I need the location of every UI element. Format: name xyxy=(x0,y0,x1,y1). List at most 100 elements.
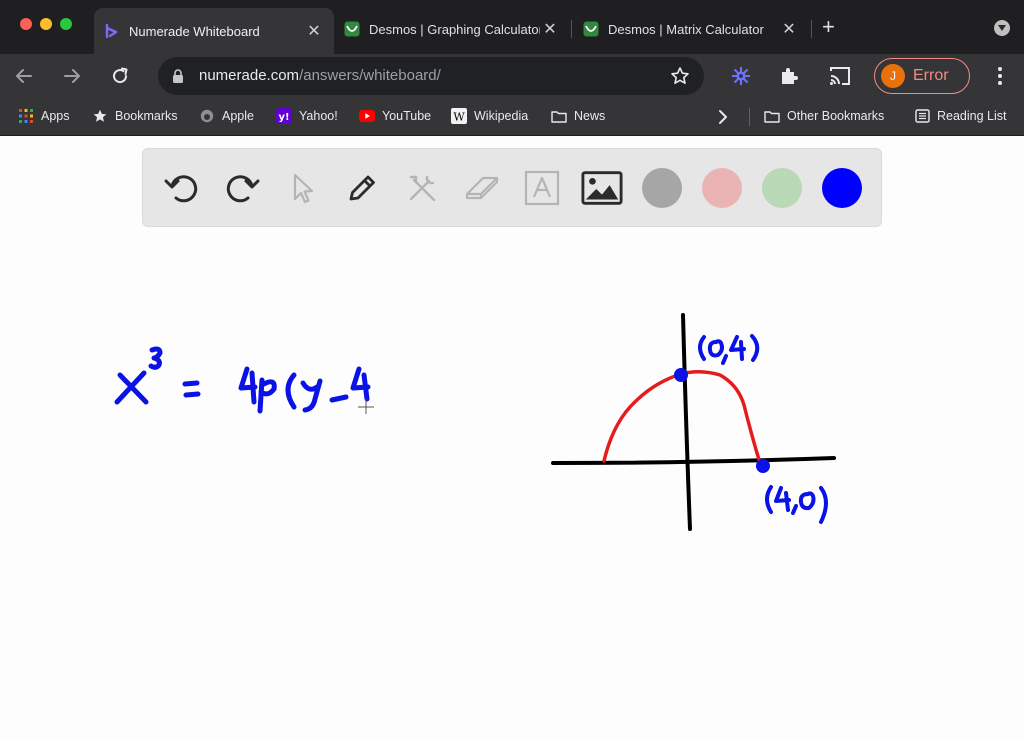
tab-search-button[interactable] xyxy=(994,20,1010,36)
tools-icon xyxy=(409,175,436,202)
graph-sketch xyxy=(551,313,836,531)
tools-button[interactable] xyxy=(401,167,443,209)
parabola-curve xyxy=(602,370,762,465)
whiteboard-page[interactable] xyxy=(0,137,1024,742)
youtube-icon xyxy=(359,108,375,124)
yahoo-icon: y! xyxy=(276,108,292,124)
eraser-tool-button[interactable] xyxy=(461,167,503,209)
tab-separator xyxy=(811,20,812,38)
svg-text:W: W xyxy=(453,111,465,124)
tab-numerade-whiteboard[interactable]: Numerade Whiteboard ✕ xyxy=(94,8,334,54)
tab-title: Desmos | Graphing Calculator xyxy=(369,21,540,37)
y-axis xyxy=(681,313,692,531)
x-intercept-point xyxy=(756,459,770,473)
color-swatch-pink[interactable] xyxy=(702,168,742,208)
bookmark-label: News xyxy=(574,109,606,123)
forward-button[interactable] xyxy=(60,64,84,88)
x-axis xyxy=(551,456,836,465)
reload-icon xyxy=(113,67,128,84)
image-tool-button[interactable] xyxy=(581,167,623,209)
tab-title: Desmos | Matrix Calculator xyxy=(608,21,764,37)
more-menu-icon[interactable] xyxy=(996,65,1004,87)
arrow-left-icon xyxy=(16,69,32,83)
label-x-intercept xyxy=(765,485,828,524)
svg-text:y!: y! xyxy=(278,112,289,123)
new-tab-button[interactable]: + xyxy=(822,16,835,38)
arrow-right-icon xyxy=(64,69,80,83)
desmos-logo-icon xyxy=(583,21,599,37)
tab-strip: Numerade Whiteboard ✕ Desmos | Graphing … xyxy=(0,0,1024,54)
url-path: /answers/whiteboard/ xyxy=(299,67,441,84)
reload-button[interactable] xyxy=(108,64,132,88)
url-host: numerade.com xyxy=(199,67,300,84)
close-tab-icon[interactable]: ✕ xyxy=(540,19,560,39)
pen-tool-button[interactable] xyxy=(341,167,383,209)
tab-title: Numerade Whiteboard xyxy=(129,23,260,39)
browser-window: Numerade Whiteboard ✕ Desmos | Graphing … xyxy=(0,0,1024,742)
tab-desmos-graphing[interactable]: Desmos | Graphing Calculator ✕ xyxy=(334,9,570,49)
close-tab-icon[interactable]: ✕ xyxy=(779,19,799,39)
bookmarks-bar: Apps Bookmarks Apple y! Yahoo! YouTube W… xyxy=(0,98,1024,136)
numerade-logo-icon xyxy=(104,23,120,39)
bookmark-other[interactable]: Other Bookmarks xyxy=(764,108,884,124)
redo-button[interactable] xyxy=(221,167,263,209)
image-icon xyxy=(581,171,623,205)
bookmark-yahoo[interactable]: y! Yahoo! xyxy=(276,108,338,124)
extension-sun-icon[interactable] xyxy=(730,65,752,87)
window-close-button[interactable] xyxy=(20,18,32,30)
close-tab-icon[interactable]: ✕ xyxy=(304,21,324,41)
extensions-puzzle-icon[interactable] xyxy=(778,65,800,87)
profile-status: Error xyxy=(913,67,949,84)
address-bar[interactable]: numerade.com/answers/whiteboard/ xyxy=(158,57,704,95)
bookmark-label: Other Bookmarks xyxy=(787,109,885,123)
avatar: J xyxy=(881,64,905,88)
vertex-point xyxy=(674,368,688,382)
text-icon xyxy=(524,170,560,206)
color-swatch-gray[interactable] xyxy=(642,168,682,208)
chevron-right-icon[interactable] xyxy=(716,107,730,127)
bookmark-star-icon[interactable] xyxy=(670,66,690,86)
bookmark-apps[interactable]: Apps xyxy=(18,108,70,124)
tab-separator xyxy=(571,20,572,38)
folder-icon xyxy=(764,108,780,124)
bookmarks-separator xyxy=(749,108,750,126)
undo-button[interactable] xyxy=(161,167,203,209)
bookmark-label: Apps xyxy=(41,109,70,123)
bookmark-label: Wikipedia xyxy=(474,109,529,123)
star-icon xyxy=(92,108,108,124)
cast-icon[interactable] xyxy=(828,65,852,87)
wikipedia-icon: W xyxy=(451,108,467,124)
redo-icon xyxy=(226,175,260,203)
color-swatch-blue[interactable] xyxy=(822,168,862,208)
bookmark-youtube[interactable]: YouTube xyxy=(359,108,431,124)
window-minimize-button[interactable] xyxy=(40,18,52,30)
chevron-down-icon xyxy=(998,25,1006,31)
bookmark-label: Apple xyxy=(222,109,254,123)
window-maximize-button[interactable] xyxy=(60,18,72,30)
color-swatch-green[interactable] xyxy=(762,168,802,208)
eraser-icon xyxy=(465,176,499,200)
bookmark-bookmarks[interactable]: Bookmarks xyxy=(92,108,178,124)
whiteboard-toolbar xyxy=(142,148,882,227)
select-tool-button[interactable] xyxy=(281,167,323,209)
bookmark-label: YouTube xyxy=(382,109,432,123)
text-tool-button[interactable] xyxy=(521,167,563,209)
desmos-logo-icon xyxy=(344,21,360,37)
folder-icon xyxy=(551,108,567,124)
profile-button[interactable]: J Error xyxy=(874,58,970,94)
apps-grid-icon xyxy=(18,108,34,124)
apple-icon xyxy=(199,108,215,124)
bookmark-reading-list[interactable]: Reading List xyxy=(914,108,1007,124)
bookmark-label: Bookmarks xyxy=(115,109,178,123)
bookmark-apple[interactable]: Apple xyxy=(199,108,254,124)
pen-icon xyxy=(349,175,375,201)
undo-icon xyxy=(164,175,198,203)
url-text: numerade.com/answers/whiteboard/ xyxy=(199,67,441,84)
tab-desmos-matrix[interactable]: Desmos | Matrix Calculator ✕ xyxy=(573,9,809,49)
bookmark-label: Reading List xyxy=(937,109,1007,123)
back-button[interactable] xyxy=(12,64,36,88)
select-pointer-icon xyxy=(293,173,314,204)
bookmark-news[interactable]: News xyxy=(551,108,605,124)
lock-icon xyxy=(173,69,183,83)
bookmark-wikipedia[interactable]: W Wikipedia xyxy=(451,108,528,124)
